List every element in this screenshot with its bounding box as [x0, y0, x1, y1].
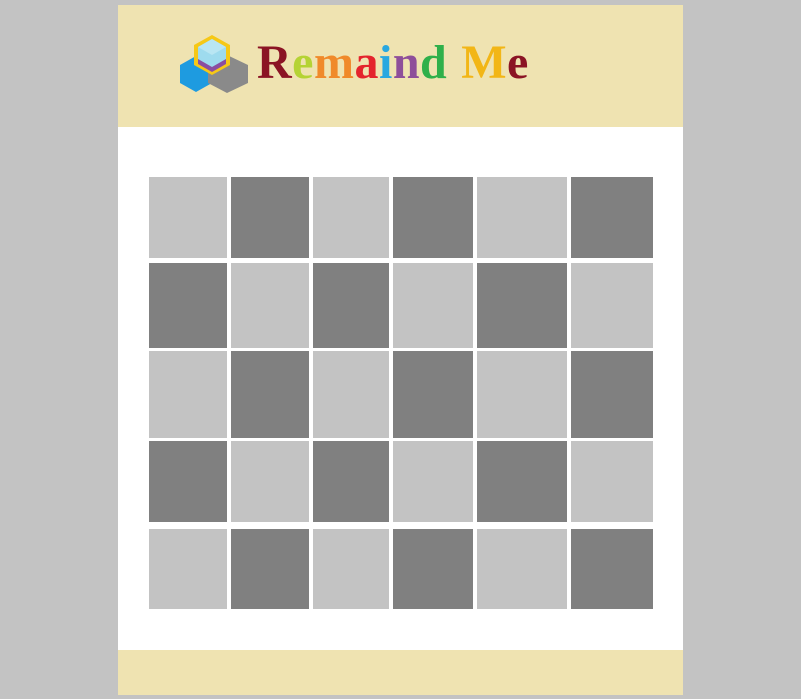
- game-frame: Remaind Me: [118, 5, 683, 695]
- tile-r3-c1[interactable]: [149, 351, 227, 438]
- tile-r1-c1[interactable]: [149, 177, 227, 258]
- tile-r2-c2[interactable]: [231, 263, 309, 348]
- tile-r2-c1[interactable]: [149, 263, 227, 348]
- tile-r4-c1[interactable]: [149, 441, 227, 522]
- tile-r4-c3[interactable]: [313, 441, 389, 522]
- tile-r4-c2[interactable]: [231, 441, 309, 522]
- tile-r1-c6[interactable]: [571, 177, 653, 258]
- tile-r5-c2[interactable]: [231, 529, 309, 609]
- title-letter: d: [420, 36, 448, 89]
- tile-r5-c1[interactable]: [149, 529, 227, 609]
- tile-r5-c5[interactable]: [477, 529, 567, 609]
- tile-r1-c3[interactable]: [313, 177, 389, 258]
- tile-r3-c3[interactable]: [313, 351, 389, 438]
- tile-board: [118, 127, 683, 649]
- app-title: Remaind Me: [257, 33, 529, 93]
- title-letter: M: [461, 36, 508, 89]
- title-letter: e: [507, 36, 529, 89]
- tile-r4-c5[interactable]: [477, 441, 567, 522]
- title-letter: e: [292, 36, 314, 89]
- tile-r4-c6[interactable]: [571, 441, 653, 522]
- tile-r1-c4[interactable]: [393, 177, 473, 258]
- tile-r2-c4[interactable]: [393, 263, 473, 348]
- tile-r3-c4[interactable]: [393, 351, 473, 438]
- tile-r2-c5[interactable]: [477, 263, 567, 348]
- tile-r3-c5[interactable]: [477, 351, 567, 438]
- tile-r5-c6[interactable]: [571, 529, 653, 609]
- header: Remaind Me: [118, 5, 683, 127]
- title-letter: n: [392, 36, 421, 89]
- title-letter: i: [378, 36, 393, 89]
- tile-r1-c2[interactable]: [231, 177, 309, 258]
- title-letter: R: [257, 36, 293, 89]
- tile-r3-c2[interactable]: [231, 351, 309, 438]
- tile-r1-c5[interactable]: [477, 177, 567, 258]
- tile-r3-c6[interactable]: [571, 351, 653, 438]
- tile-r2-c6[interactable]: [571, 263, 653, 348]
- tile-r5-c4[interactable]: [393, 529, 473, 609]
- tile-r5-c3[interactable]: [313, 529, 389, 609]
- title-letter: a: [354, 36, 379, 89]
- footer: [118, 650, 683, 695]
- title-letter: m: [313, 36, 355, 89]
- stacked-cubes-icon: [180, 35, 248, 93]
- tile-r2-c3[interactable]: [313, 263, 389, 348]
- tile-r4-c4[interactable]: [393, 441, 473, 522]
